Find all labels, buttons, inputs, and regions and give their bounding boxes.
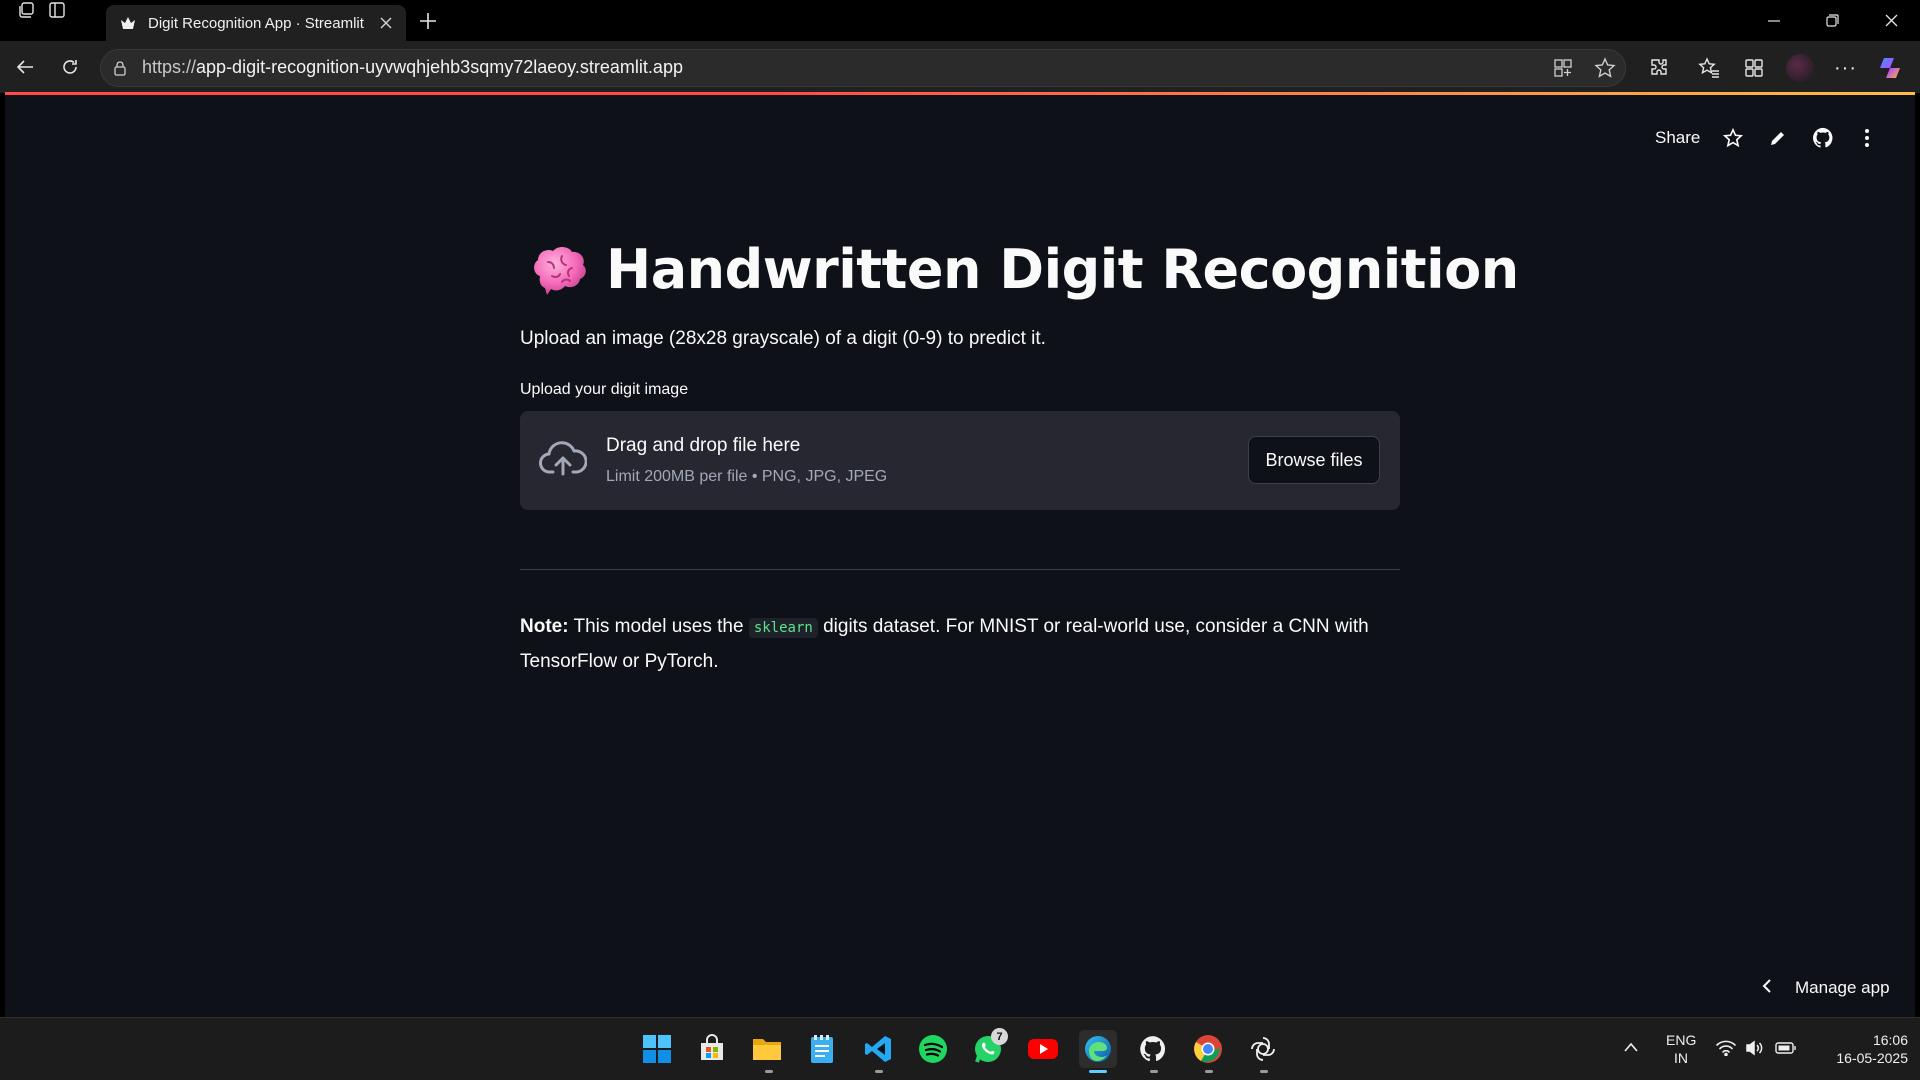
- tab-digit-recognition[interactable]: Digit Recognition App · Streamlit: [106, 5, 406, 41]
- dropzone-limits: Limit 200MB per file • PNG, JPG, JPEG: [606, 468, 888, 485]
- more-menu-icon[interactable]: ···: [1834, 57, 1857, 80]
- url-text[interactable]: https://app-digit-recognition-uyvwqhjehb…: [142, 57, 683, 78]
- reload-icon[interactable]: [53, 50, 87, 84]
- chatgpt-icon[interactable]: [1244, 1030, 1282, 1068]
- collections-icon[interactable]: [1743, 57, 1765, 84]
- browse-files-button[interactable]: Browse files: [1248, 436, 1380, 484]
- github-icon[interactable]: [1808, 123, 1838, 153]
- streamlit-crown-icon: [118, 13, 138, 33]
- share-button[interactable]: Share: [1655, 128, 1700, 148]
- brain-emoji-icon: [526, 240, 590, 304]
- app-available-icon[interactable]: [1553, 58, 1573, 83]
- youtube-icon[interactable]: [1024, 1030, 1062, 1068]
- minimize-icon[interactable]: [1745, 0, 1803, 41]
- chatgpt-running-indicator: [1260, 1070, 1268, 1073]
- edge-icon[interactable]: [1079, 1030, 1117, 1068]
- region-code: IN: [1674, 1050, 1688, 1066]
- sklearn-code: sklearn: [748, 618, 818, 638]
- microsoft-store-icon[interactable]: [693, 1030, 731, 1068]
- profile-avatar[interactable]: [1786, 54, 1814, 82]
- start-windows-icon[interactable]: [638, 1030, 676, 1068]
- file-explorer-icon[interactable]: [748, 1030, 786, 1068]
- copilot-icon[interactable]: [1878, 54, 1906, 82]
- whatsapp-badge: 7: [991, 1028, 1008, 1045]
- chrome-running-indicator: [1205, 1070, 1213, 1073]
- divider: [520, 569, 1400, 570]
- spotify-icon[interactable]: [914, 1030, 952, 1068]
- chevron-left-icon[interactable]: [1760, 978, 1774, 999]
- close-window-icon[interactable]: [1862, 0, 1920, 41]
- page-description: Upload an image (28x28 grayscale) of a d…: [520, 328, 1046, 349]
- explorer-running-indicator: [765, 1070, 773, 1073]
- time-text: 16:06: [1872, 1032, 1908, 1048]
- cloud-upload-icon: [539, 438, 588, 485]
- close-tab-icon[interactable]: [374, 11, 398, 35]
- new-tab-icon[interactable]: [414, 7, 442, 35]
- clock[interactable]: 16:06 16-05-2025: [1812, 1031, 1908, 1067]
- main-menu-icon[interactable]: [1852, 123, 1882, 153]
- url-scheme: https://: [142, 57, 197, 77]
- date-text: 16-05-2025: [1836, 1050, 1908, 1066]
- site-info-lock-icon[interactable]: [112, 60, 128, 81]
- manage-app-button[interactable]: Manage app: [1795, 978, 1890, 998]
- chevron-up-icon[interactable]: [1623, 1040, 1639, 1058]
- vscode-icon[interactable]: [859, 1030, 897, 1068]
- workspaces-icon[interactable]: [16, 0, 36, 25]
- favorites-icon[interactable]: [1698, 57, 1720, 84]
- volume-icon[interactable]: [1745, 1040, 1765, 1061]
- streamlit-app-body: [5, 95, 1915, 1017]
- notepad-icon[interactable]: [803, 1030, 841, 1068]
- tab-title: Digit Recognition App · Streamlit: [148, 14, 364, 32]
- battery-icon[interactable]: [1775, 1041, 1797, 1060]
- vertical-tabs-icon[interactable]: [47, 0, 67, 25]
- edge-active-indicator: [1089, 1070, 1107, 1073]
- language-indicator[interactable]: ENG IN: [1666, 1031, 1696, 1067]
- note-paragraph: Note: This model uses the sklearn digits…: [520, 610, 1400, 678]
- wifi-icon[interactable]: [1716, 1040, 1736, 1061]
- url-host: app-digit-recognition-uyvwqhjehb3sqmy72l…: [196, 57, 683, 77]
- restore-icon[interactable]: [1803, 0, 1861, 41]
- vscode-running-indicator: [875, 1070, 883, 1073]
- github-running-indicator: [1150, 1070, 1158, 1073]
- note-label: Note:: [520, 616, 569, 637]
- back-icon[interactable]: [8, 50, 42, 84]
- language-code: ENG: [1666, 1032, 1697, 1048]
- github-desktop-icon[interactable]: [1134, 1030, 1172, 1068]
- dropzone-title: Drag and drop file here: [606, 435, 801, 456]
- uploader-label: Upload your digit image: [520, 381, 689, 398]
- star-icon[interactable]: [1718, 123, 1748, 153]
- edit-pencil-icon[interactable]: [1763, 123, 1793, 153]
- favorite-star-icon[interactable]: [1594, 57, 1616, 84]
- extensions-icon[interactable]: [1648, 57, 1670, 84]
- page-title: Handwritten Digit Recognition: [606, 238, 1519, 301]
- note-text-pre: This model uses the: [573, 616, 744, 637]
- chrome-icon[interactable]: [1189, 1030, 1227, 1068]
